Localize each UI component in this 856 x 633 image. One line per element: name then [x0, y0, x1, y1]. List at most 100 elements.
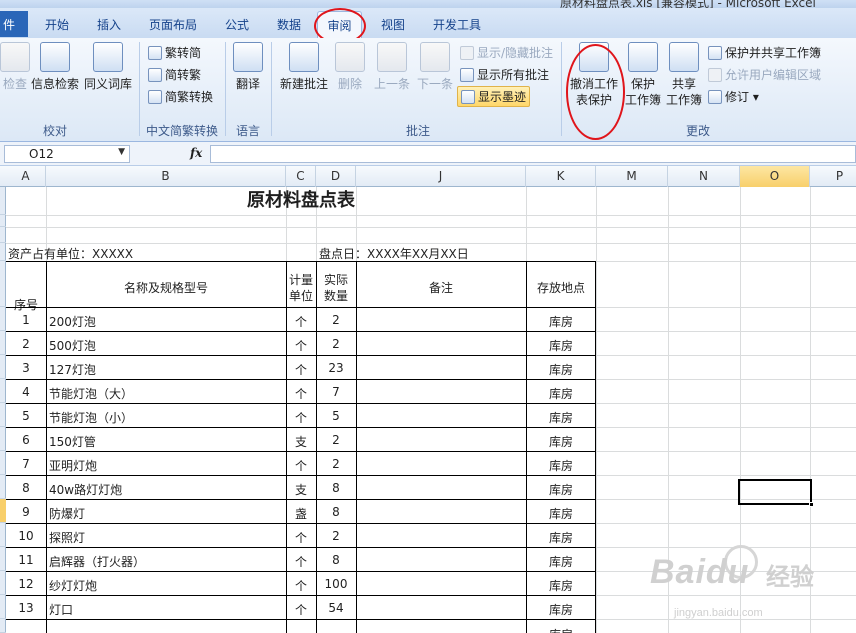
extra-location-cell[interactable]: 库房	[526, 626, 596, 633]
cell-no[interactable]: 7	[6, 457, 46, 471]
column-header-p[interactable]: P	[810, 166, 856, 187]
cell-unit[interactable]: 盏	[286, 505, 316, 522]
cell-no[interactable]: 6	[6, 433, 46, 447]
column-header-c[interactable]: C	[286, 166, 316, 187]
cell-qty[interactable]: 2	[316, 337, 356, 351]
sheet-title[interactable]: 原材料盘点表	[6, 187, 596, 215]
cell-unit[interactable]: 个	[286, 409, 316, 426]
header-unit-line1[interactable]: 计量	[286, 271, 316, 288]
cell-loc[interactable]: 库房	[526, 337, 596, 354]
column-header-o[interactable]: O	[740, 166, 810, 187]
cell-qty[interactable]: 7	[316, 385, 356, 399]
thesaurus-button[interactable]: 同义词库	[83, 42, 133, 92]
column-header-m[interactable]: M	[596, 166, 668, 187]
cell-qty[interactable]: 54	[316, 601, 356, 615]
row-header[interactable]	[0, 619, 6, 633]
cell-loc[interactable]: 库房	[526, 313, 596, 330]
cell-unit[interactable]: 个	[286, 385, 316, 402]
show-hide-comment-button[interactable]: 显示/隐藏批注	[460, 44, 553, 61]
cell-no[interactable]: 1	[6, 313, 46, 327]
cell-qty[interactable]: 2	[316, 457, 356, 471]
tab-insert[interactable]: 插入	[97, 16, 121, 33]
cell-no[interactable]: 11	[6, 553, 46, 567]
formula-input[interactable]	[210, 145, 856, 163]
cell-qty[interactable]: 2	[316, 529, 356, 543]
cell-unit[interactable]: 支	[286, 433, 316, 450]
tab-home[interactable]: 开始	[45, 16, 69, 33]
cell-qty[interactable]: 8	[316, 553, 356, 567]
date-label[interactable]: 盘点日：XXXX年XX月XX日	[319, 245, 469, 262]
column-header-a[interactable]: A	[6, 166, 46, 187]
column-header-k[interactable]: K	[526, 166, 596, 187]
cell-loc[interactable]: 库房	[526, 505, 596, 522]
row-header[interactable]	[0, 215, 6, 227]
header-location[interactable]: 存放地点	[526, 279, 596, 296]
cell-name[interactable]: 40w路灯灯炮	[49, 481, 285, 498]
cell-loc[interactable]: 库房	[526, 361, 596, 378]
cell-name[interactable]: 节能灯泡（大）	[49, 385, 285, 402]
cell-no[interactable]: 13	[6, 601, 46, 615]
cell-loc[interactable]: 库房	[526, 457, 596, 474]
cell-no[interactable]: 3	[6, 361, 46, 375]
column-header-d[interactable]: D	[316, 166, 356, 187]
fx-icon[interactable]: fx	[190, 146, 202, 160]
research-button[interactable]: 信息检索	[30, 42, 80, 92]
track-changes-button[interactable]: 修订 ▾	[708, 88, 759, 105]
simp-to-trad-button[interactable]: 简转繁	[148, 66, 201, 83]
cell-unit[interactable]: 个	[286, 337, 316, 354]
cell-no[interactable]: 10	[6, 529, 46, 543]
cell-no[interactable]: 9	[6, 505, 46, 519]
cell-unit[interactable]: 个	[286, 529, 316, 546]
cell-name[interactable]: 亚明灯炮	[49, 457, 285, 474]
unprotect-sheet-button[interactable]: 撤消工作 表保护	[566, 42, 622, 108]
cell-loc[interactable]: 库房	[526, 529, 596, 546]
cell-name[interactable]: 节能灯泡（小）	[49, 409, 285, 426]
tab-file[interactable]: 件	[0, 11, 28, 37]
cell-name[interactable]: 纱灯灯炮	[49, 577, 285, 594]
cell-no[interactable]: 5	[6, 409, 46, 423]
cell-name[interactable]: 200灯泡	[49, 313, 285, 330]
trad-to-simp-button[interactable]: 繁转简	[148, 44, 201, 61]
delete-comment-button[interactable]: 删除	[334, 42, 366, 92]
cell-qty[interactable]: 2	[316, 313, 356, 327]
row-header[interactable]	[0, 227, 6, 243]
show-all-comments-button[interactable]: 显示所有批注	[460, 66, 549, 83]
tab-data[interactable]: 数据	[277, 16, 301, 33]
header-qty-line1[interactable]: 实际	[316, 271, 356, 288]
show-ink-button[interactable]: 显示墨迹	[457, 86, 531, 107]
cell-qty[interactable]: 23	[316, 361, 356, 375]
selected-cell-o12[interactable]	[738, 479, 814, 507]
cell-no[interactable]: 12	[6, 577, 46, 591]
cell-name[interactable]: 500灯泡	[49, 337, 285, 354]
chevron-down-icon[interactable]: ▼	[118, 147, 125, 157]
spell-check-button[interactable]: 检查	[0, 42, 30, 92]
row-header[interactable]	[0, 243, 6, 261]
cell-loc[interactable]: 库房	[526, 577, 596, 594]
cell-name[interactable]: 127灯泡	[49, 361, 285, 378]
tab-review[interactable]: 审阅	[317, 11, 362, 38]
cell-unit[interactable]: 个	[286, 577, 316, 594]
allow-edit-ranges-button[interactable]: 允许用户编辑区域	[708, 66, 821, 83]
header-name[interactable]: 名称及规格型号	[46, 279, 286, 296]
column-header-j[interactable]: J	[356, 166, 526, 187]
tab-developer[interactable]: 开发工具	[433, 16, 481, 33]
unit-label[interactable]: 资产占有单位：XXXXX	[8, 245, 133, 262]
cell-no[interactable]: 4	[6, 385, 46, 399]
cell-loc[interactable]: 库房	[526, 433, 596, 450]
cell-qty[interactable]: 5	[316, 409, 356, 423]
tab-formulas[interactable]: 公式	[225, 16, 249, 33]
chinese-conversion-button[interactable]: 简繁转换	[148, 88, 213, 105]
cell-loc[interactable]: 库房	[526, 601, 596, 618]
previous-comment-button[interactable]: 上一条	[372, 42, 412, 92]
cell-unit[interactable]: 个	[286, 553, 316, 570]
cell-unit[interactable]: 个	[286, 601, 316, 618]
cell-name[interactable]: 防爆灯	[49, 505, 285, 522]
cell-unit[interactable]: 支	[286, 481, 316, 498]
header-qty-line2[interactable]: 数量	[316, 287, 356, 304]
protect-share-workbook-button[interactable]: 保护并共享工作簿	[708, 44, 821, 61]
cell-no[interactable]: 2	[6, 337, 46, 351]
protect-workbook-button[interactable]: 保护 工作簿	[623, 42, 663, 108]
name-box[interactable]: O12 ▼	[4, 145, 130, 163]
header-unit-line2[interactable]: 单位	[286, 287, 316, 304]
cell-unit[interactable]: 个	[286, 361, 316, 378]
